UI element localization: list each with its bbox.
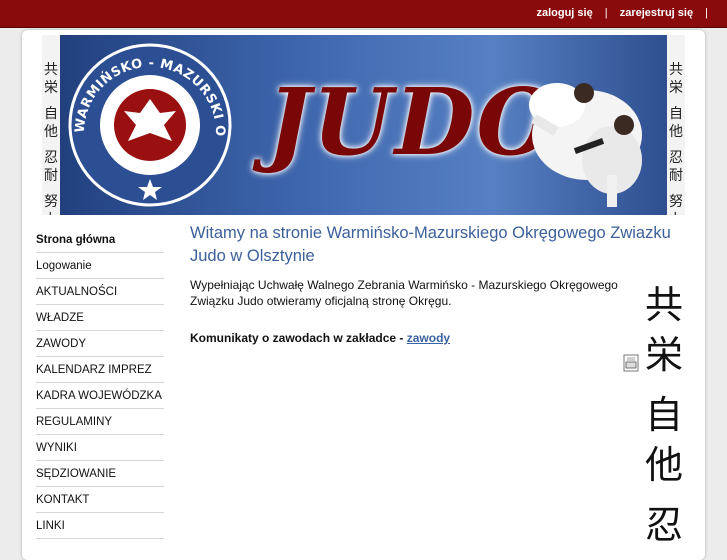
kanji-char: 自 [644, 393, 683, 437]
kanji-char: 自 [44, 106, 58, 122]
kanji-char: 努 [669, 194, 683, 210]
kanji-char: 栄 [644, 333, 683, 377]
communique-text: Komunikaty o zawodach w zakładce - zawod… [190, 330, 695, 346]
kanji-char: 耐 [669, 168, 683, 184]
kanji-strip-right: 共 栄 自 他 忍 耐 努 力 [667, 35, 685, 215]
sidebar-item-results[interactable]: WYNIKI [36, 435, 164, 461]
intro-text: Wypełniając Uchwałę Walnego Zebrania War… [190, 278, 618, 308]
page-title: Witamy na stronie Warmińsko-Mazurskiego … [190, 224, 671, 265]
sidebar-item-refereeing[interactable]: SĘDZIOWANIE [36, 461, 164, 487]
kanji-char: 耐 [44, 168, 58, 184]
sidebar-item-links[interactable]: LINKI [36, 513, 164, 539]
header-banner: 共 栄 自 他 忍 耐 努 力 WARMIŃSKO - MAZURSKI OKR… [42, 35, 685, 215]
judo-athletes-image [529, 83, 642, 207]
kanji-char: 忍 [644, 503, 683, 547]
sidebar-item-regulations[interactable]: REGULAMINY [36, 409, 164, 435]
kanji-char: 忍 [669, 150, 683, 166]
kanji-char: 栄 [669, 80, 683, 96]
sidebar-item-news[interactable]: AKTUALNOŚCI [36, 279, 164, 305]
login-link[interactable]: zaloguj się [536, 7, 592, 19]
kanji-char: 他 [644, 443, 683, 487]
main-content: Witamy na stronie Warmińsko-Mazurskiego … [190, 222, 695, 346]
kanji-char: 力 [42, 211, 60, 215]
sidebar-item-contact[interactable]: KONTAKT [36, 487, 164, 513]
sidebar-item-regional-team[interactable]: KADRA WOJEWÓDZKA [36, 383, 164, 409]
competitions-link[interactable]: zawody [407, 331, 450, 345]
kanji-char: 栄 [44, 80, 58, 96]
sidebar-item-competitions[interactable]: ZAWODY [36, 331, 164, 357]
separator: | [604, 7, 608, 19]
sidebar-item-login[interactable]: Logowanie [36, 253, 164, 279]
kanji-char: 共 [44, 62, 58, 78]
sidebar-item-home[interactable]: Strona główna [36, 227, 164, 253]
account-links: zaloguj się | zarejestruj się | [536, 7, 717, 19]
kanji-char: 努 [44, 194, 58, 210]
federation-logo: WARMIŃSKO - MAZURSKI OKRĘGOWY ZWIĄZEK JU… [64, 43, 232, 207]
separator: | [705, 7, 708, 19]
kanji-char: 共 [669, 62, 683, 78]
sidebar-item-events-calendar[interactable]: KALENDARZ IMPREZ [36, 357, 164, 383]
kanji-char: 自 [669, 106, 683, 122]
kanji-strip-left: 共 栄 自 他 忍 耐 努 力 [42, 35, 60, 215]
communique-label: Komunikaty o zawodach w zakładce - [190, 331, 407, 345]
sidebar-item-authorities[interactable]: WŁADZE [36, 305, 164, 331]
kanji-char: 他 [669, 124, 683, 140]
kanji-char: 他 [44, 124, 58, 140]
register-link[interactable]: zarejestruj się [620, 7, 693, 19]
kanji-calligraphy: 共 栄 自 他 忍 [634, 280, 694, 550]
top-bar: zaloguj się | zarejestruj się | [0, 0, 727, 28]
kanji-char: 忍 [44, 150, 58, 166]
sidebar-nav: Strona główna Logowanie AKTUALNOŚCI WŁAD… [36, 227, 164, 539]
page-container: 共 栄 自 他 忍 耐 努 力 WARMIŃSKO - MAZURSKI OKR… [22, 30, 705, 560]
kanji-char: 力 [667, 211, 685, 215]
kanji-char: 共 [644, 283, 683, 327]
